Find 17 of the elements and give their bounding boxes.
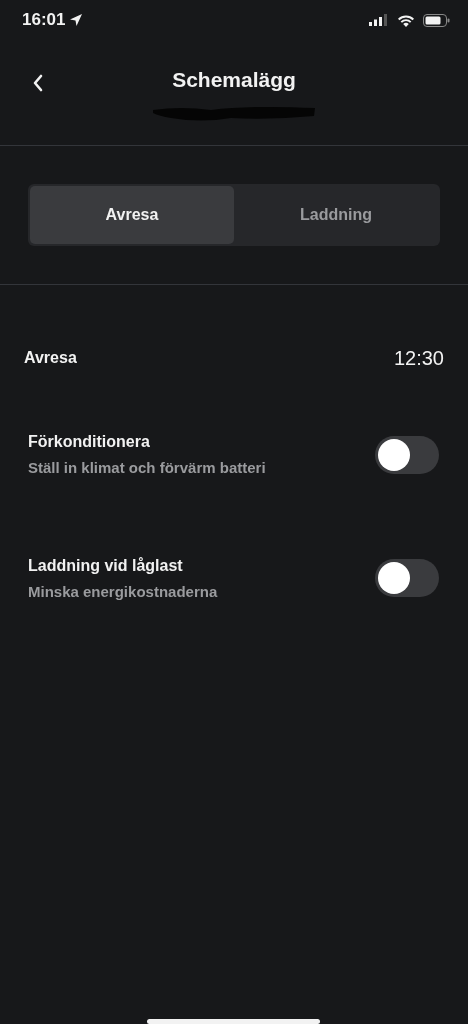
- location-arrow-icon: [69, 13, 84, 27]
- setting-title: Förkonditionera: [28, 432, 151, 452]
- toggle-switch[interactable]: [375, 435, 439, 474]
- wifi-icon: [397, 13, 415, 27]
- battery-icon: [423, 13, 450, 27]
- screen-title: Schemalägg: [172, 67, 296, 93]
- signal-icon: [369, 14, 389, 26]
- setting-subtitle: Ställ in klimat och förvärm batteri: [28, 458, 266, 478]
- segment-tab[interactable]: Laddning: [234, 186, 438, 244]
- setting-subtitle: Minska energikostnaderna: [28, 581, 218, 602]
- departure-time[interactable]: 12:30: [393, 343, 444, 373]
- setting-title: Laddning vid låglast: [28, 555, 184, 576]
- segment-tab[interactable]: Avresa: [30, 186, 234, 244]
- status-time: 16:01: [22, 9, 66, 32]
- toggle-switch[interactable]: [375, 559, 439, 598]
- departure-label: Avresa: [24, 348, 77, 368]
- chevron-left-icon: [32, 73, 44, 92]
